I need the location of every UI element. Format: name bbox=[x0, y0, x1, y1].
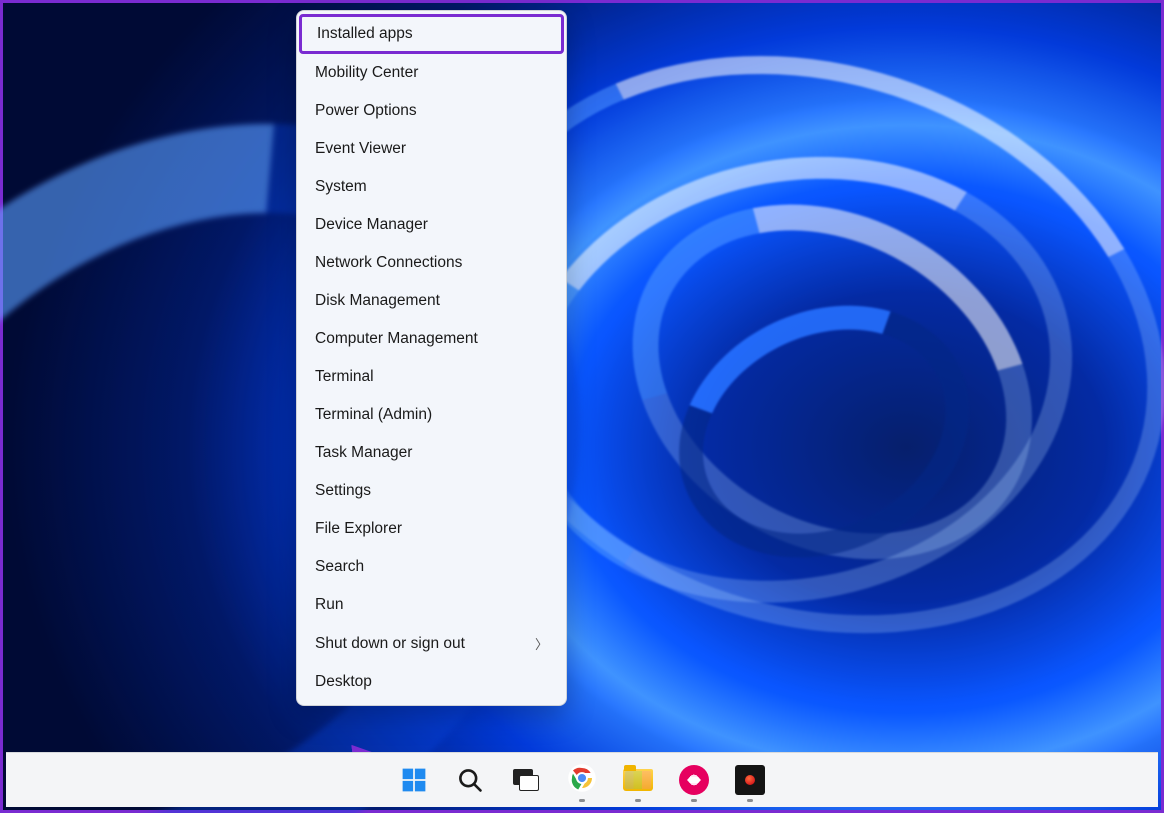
dark-square-icon bbox=[735, 765, 765, 795]
menu-item-shutdown[interactable]: Shut down or sign out 〉 bbox=[297, 624, 566, 663]
file-explorer-app[interactable] bbox=[615, 757, 661, 803]
folder-icon bbox=[623, 769, 653, 791]
running-indicator bbox=[635, 799, 641, 802]
running-indicator bbox=[747, 799, 753, 802]
menu-item-terminal[interactable]: Terminal bbox=[297, 358, 566, 396]
menu-item-label: Disk Management bbox=[315, 292, 440, 310]
task-view-button[interactable] bbox=[503, 757, 549, 803]
menu-item-file-explorer[interactable]: File Explorer bbox=[297, 510, 566, 548]
menu-item-label: Device Manager bbox=[315, 216, 428, 234]
task-view-icon bbox=[513, 769, 539, 791]
start-button[interactable] bbox=[391, 757, 437, 803]
running-indicator bbox=[691, 799, 697, 802]
menu-item-search[interactable]: Search bbox=[297, 548, 566, 586]
desktop-wallpaper bbox=[3, 3, 1161, 810]
taskbar bbox=[6, 752, 1158, 807]
menu-item-disk-management[interactable]: Disk Management bbox=[297, 282, 566, 320]
menu-item-label: Terminal bbox=[315, 368, 374, 386]
menu-item-label: System bbox=[315, 178, 367, 196]
pinned-app-2[interactable] bbox=[727, 757, 773, 803]
menu-item-network-connections[interactable]: Network Connections bbox=[297, 244, 566, 282]
chrome-icon bbox=[567, 763, 597, 798]
menu-item-label: Installed apps bbox=[317, 25, 413, 43]
winx-context-menu: Installed apps Mobility Center Power Opt… bbox=[296, 10, 567, 706]
menu-item-desktop[interactable]: Desktop bbox=[297, 663, 566, 701]
menu-item-task-manager[interactable]: Task Manager bbox=[297, 434, 566, 472]
chrome-app[interactable] bbox=[559, 757, 605, 803]
search-icon bbox=[456, 766, 484, 794]
menu-item-label: Network Connections bbox=[315, 254, 462, 272]
menu-item-label: Shut down or sign out bbox=[315, 635, 465, 653]
menu-item-installed-apps[interactable]: Installed apps bbox=[299, 14, 564, 54]
lips-circle-icon bbox=[679, 765, 709, 795]
menu-item-label: Event Viewer bbox=[315, 140, 406, 158]
menu-item-system[interactable]: System bbox=[297, 168, 566, 206]
menu-item-computer-management[interactable]: Computer Management bbox=[297, 320, 566, 358]
menu-item-label: Mobility Center bbox=[315, 64, 418, 82]
menu-item-label: Task Manager bbox=[315, 444, 412, 462]
menu-item-device-manager[interactable]: Device Manager bbox=[297, 206, 566, 244]
running-indicator bbox=[579, 799, 585, 802]
search-button[interactable] bbox=[447, 757, 493, 803]
menu-item-label: Desktop bbox=[315, 673, 372, 691]
menu-item-label: Settings bbox=[315, 482, 371, 500]
menu-item-mobility-center[interactable]: Mobility Center bbox=[297, 54, 566, 92]
menu-item-power-options[interactable]: Power Options bbox=[297, 92, 566, 130]
menu-item-label: Search bbox=[315, 558, 364, 576]
windows-logo-icon bbox=[400, 766, 428, 794]
menu-item-settings[interactable]: Settings bbox=[297, 472, 566, 510]
pinned-app-1[interactable] bbox=[671, 757, 717, 803]
menu-item-terminal-admin[interactable]: Terminal (Admin) bbox=[297, 396, 566, 434]
menu-item-event-viewer[interactable]: Event Viewer bbox=[297, 130, 566, 168]
chevron-right-icon: 〉 bbox=[535, 634, 548, 653]
menu-item-label: Computer Management bbox=[315, 330, 478, 348]
menu-item-label: Power Options bbox=[315, 102, 417, 120]
menu-item-run[interactable]: Run bbox=[297, 586, 566, 624]
desktop-viewport: Installed apps Mobility Center Power Opt… bbox=[0, 0, 1164, 813]
menu-item-label: Terminal (Admin) bbox=[315, 406, 432, 424]
menu-item-label: File Explorer bbox=[315, 520, 402, 538]
menu-item-label: Run bbox=[315, 596, 343, 614]
